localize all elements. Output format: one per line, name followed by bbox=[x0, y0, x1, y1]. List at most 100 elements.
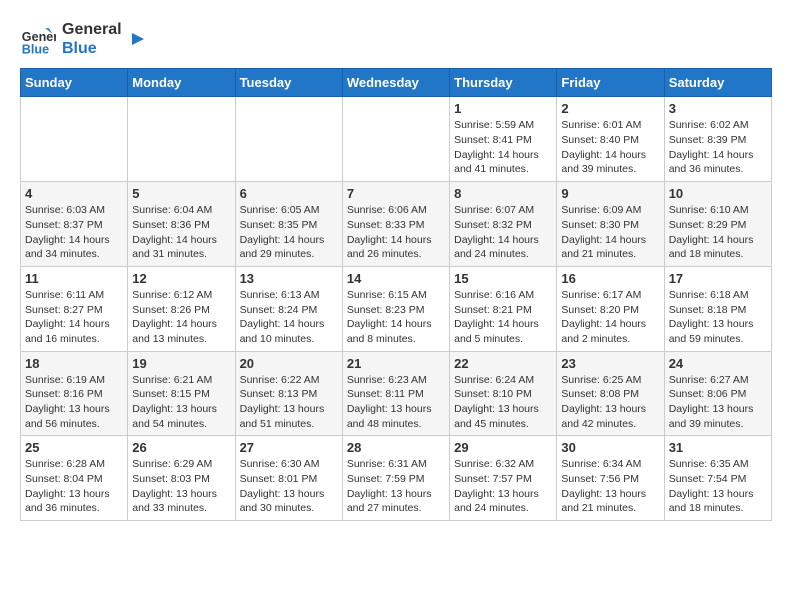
day-number: 19 bbox=[132, 356, 230, 371]
day-number: 1 bbox=[454, 101, 552, 116]
day-number: 13 bbox=[240, 271, 338, 286]
calendar-cell: 19 Sunrise: 6:21 AM Sunset: 8:15 PM Dayli… bbox=[128, 351, 235, 436]
day-info: Sunrise: 6:01 AM Sunset: 8:40 PM Dayligh… bbox=[561, 118, 659, 177]
calendar-cell: 6 Sunrise: 6:05 AM Sunset: 8:35 PM Daylig… bbox=[235, 182, 342, 267]
calendar-cell: 24Sunrise: 6:27 AM Sunset: 8:06 PM Dayli… bbox=[664, 351, 771, 436]
day-info: Sunrise: 6:27 AM Sunset: 8:06 PM Dayligh… bbox=[669, 373, 767, 432]
logo: General Blue General Blue bbox=[20, 20, 148, 58]
day-number: 9 bbox=[561, 186, 659, 201]
day-number: 23 bbox=[561, 356, 659, 371]
day-number: 14 bbox=[347, 271, 445, 286]
day-info: Sunrise: 6:05 AM Sunset: 8:35 PM Dayligh… bbox=[240, 203, 338, 262]
day-info: Sunrise: 6:04 AM Sunset: 8:36 PM Dayligh… bbox=[132, 203, 230, 262]
day-number: 20 bbox=[240, 356, 338, 371]
day-info: Sunrise: 6:02 AM Sunset: 8:39 PM Dayligh… bbox=[669, 118, 767, 177]
day-info: Sunrise: 6:31 AM Sunset: 7:59 PM Dayligh… bbox=[347, 457, 445, 516]
day-info: Sunrise: 6:16 AM Sunset: 8:21 PM Dayligh… bbox=[454, 288, 552, 347]
day-number: 29 bbox=[454, 440, 552, 455]
logo-icon: General Blue bbox=[20, 21, 56, 57]
calendar-cell bbox=[128, 97, 235, 182]
day-number: 16 bbox=[561, 271, 659, 286]
calendar-cell: 16 Sunrise: 6:17 AM Sunset: 8:20 PM Dayli… bbox=[557, 266, 664, 351]
calendar-cell bbox=[21, 97, 128, 182]
day-info: Sunrise: 6:13 AM Sunset: 8:24 PM Dayligh… bbox=[240, 288, 338, 347]
day-info: Sunrise: 6:32 AM Sunset: 7:57 PM Dayligh… bbox=[454, 457, 552, 516]
day-info: Sunrise: 6:09 AM Sunset: 8:30 PM Dayligh… bbox=[561, 203, 659, 262]
calendar-cell: 13 Sunrise: 6:13 AM Sunset: 8:24 PM Dayli… bbox=[235, 266, 342, 351]
day-info: Sunrise: 6:23 AM Sunset: 8:11 PM Dayligh… bbox=[347, 373, 445, 432]
logo-blue: Blue bbox=[62, 39, 122, 58]
day-info: Sunrise: 6:21 AM Sunset: 8:15 PM Dayligh… bbox=[132, 373, 230, 432]
calendar-cell: 28Sunrise: 6:31 AM Sunset: 7:59 PM Dayli… bbox=[342, 436, 449, 521]
day-info: Sunrise: 6:25 AM Sunset: 8:08 PM Dayligh… bbox=[561, 373, 659, 432]
calendar-week-row: 18 Sunrise: 6:19 AM Sunset: 8:16 PM Dayli… bbox=[21, 351, 772, 436]
weekday-header: Tuesday bbox=[235, 69, 342, 97]
day-number: 6 bbox=[240, 186, 338, 201]
day-number: 5 bbox=[132, 186, 230, 201]
calendar-cell: 10 Sunrise: 6:10 AM Sunset: 8:29 PM Dayli… bbox=[664, 182, 771, 267]
day-info: Sunrise: 6:15 AM Sunset: 8:23 PM Dayligh… bbox=[347, 288, 445, 347]
day-number: 30 bbox=[561, 440, 659, 455]
day-info: Sunrise: 6:03 AM Sunset: 8:37 PM Dayligh… bbox=[25, 203, 123, 262]
calendar-cell: 2Sunrise: 6:01 AM Sunset: 8:40 PM Daylig… bbox=[557, 97, 664, 182]
day-number: 8 bbox=[454, 186, 552, 201]
calendar-body: 1 Sunrise: 5:59 AM Sunset: 8:41 PM Daylig… bbox=[21, 97, 772, 521]
calendar-cell: 30 Sunrise: 6:34 AM Sunset: 7:56 PM Dayli… bbox=[557, 436, 664, 521]
weekday-header: Sunday bbox=[21, 69, 128, 97]
calendar-cell: 14 Sunrise: 6:15 AM Sunset: 8:23 PM Dayli… bbox=[342, 266, 449, 351]
day-info: Sunrise: 6:06 AM Sunset: 8:33 PM Dayligh… bbox=[347, 203, 445, 262]
calendar-cell: 15 Sunrise: 6:16 AM Sunset: 8:21 PM Dayli… bbox=[450, 266, 557, 351]
day-info: Sunrise: 5:59 AM Sunset: 8:41 PM Dayligh… bbox=[454, 118, 552, 177]
day-info: Sunrise: 6:22 AM Sunset: 8:13 PM Dayligh… bbox=[240, 373, 338, 432]
day-info: Sunrise: 6:10 AM Sunset: 8:29 PM Dayligh… bbox=[669, 203, 767, 262]
day-info: Sunrise: 6:12 AM Sunset: 8:26 PM Dayligh… bbox=[132, 288, 230, 347]
calendar-header: SundayMondayTuesdayWednesdayThursdayFrid… bbox=[21, 69, 772, 97]
calendar-cell: 21Sunrise: 6:23 AM Sunset: 8:11 PM Dayli… bbox=[342, 351, 449, 436]
calendar-cell: 5 Sunrise: 6:04 AM Sunset: 8:36 PM Daylig… bbox=[128, 182, 235, 267]
day-number: 4 bbox=[25, 186, 123, 201]
day-info: Sunrise: 6:29 AM Sunset: 8:03 PM Dayligh… bbox=[132, 457, 230, 516]
calendar-cell bbox=[235, 97, 342, 182]
calendar-cell: 1 Sunrise: 5:59 AM Sunset: 8:41 PM Daylig… bbox=[450, 97, 557, 182]
day-info: Sunrise: 6:19 AM Sunset: 8:16 PM Dayligh… bbox=[25, 373, 123, 432]
day-number: 3 bbox=[669, 101, 767, 116]
weekday-row: SundayMondayTuesdayWednesdayThursdayFrid… bbox=[21, 69, 772, 97]
day-number: 22 bbox=[454, 356, 552, 371]
day-info: Sunrise: 6:11 AM Sunset: 8:27 PM Dayligh… bbox=[25, 288, 123, 347]
calendar-cell bbox=[342, 97, 449, 182]
calendar-cell: 29 Sunrise: 6:32 AM Sunset: 7:57 PM Dayli… bbox=[450, 436, 557, 521]
day-info: Sunrise: 6:30 AM Sunset: 8:01 PM Dayligh… bbox=[240, 457, 338, 516]
day-number: 26 bbox=[132, 440, 230, 455]
weekday-header: Thursday bbox=[450, 69, 557, 97]
calendar-cell: 4 Sunrise: 6:03 AM Sunset: 8:37 PM Daylig… bbox=[21, 182, 128, 267]
day-info: Sunrise: 6:34 AM Sunset: 7:56 PM Dayligh… bbox=[561, 457, 659, 516]
calendar-cell: 12Sunrise: 6:12 AM Sunset: 8:26 PM Dayli… bbox=[128, 266, 235, 351]
day-number: 15 bbox=[454, 271, 552, 286]
calendar-cell: 31 Sunrise: 6:35 AM Sunset: 7:54 PM Dayli… bbox=[664, 436, 771, 521]
day-number: 31 bbox=[669, 440, 767, 455]
day-number: 10 bbox=[669, 186, 767, 201]
svg-text:Blue: Blue bbox=[22, 43, 49, 57]
day-info: Sunrise: 6:24 AM Sunset: 8:10 PM Dayligh… bbox=[454, 373, 552, 432]
weekday-header: Monday bbox=[128, 69, 235, 97]
logo-general: General bbox=[62, 20, 122, 39]
day-number: 17 bbox=[669, 271, 767, 286]
calendar-cell: 26 Sunrise: 6:29 AM Sunset: 8:03 PM Dayli… bbox=[128, 436, 235, 521]
day-number: 25 bbox=[25, 440, 123, 455]
calendar-cell: 18 Sunrise: 6:19 AM Sunset: 8:16 PM Dayli… bbox=[21, 351, 128, 436]
calendar-week-row: 4 Sunrise: 6:03 AM Sunset: 8:37 PM Daylig… bbox=[21, 182, 772, 267]
day-info: Sunrise: 6:17 AM Sunset: 8:20 PM Dayligh… bbox=[561, 288, 659, 347]
logo-arrow-icon bbox=[128, 29, 148, 49]
day-info: Sunrise: 6:28 AM Sunset: 8:04 PM Dayligh… bbox=[25, 457, 123, 516]
day-info: Sunrise: 6:07 AM Sunset: 8:32 PM Dayligh… bbox=[454, 203, 552, 262]
weekday-header: Wednesday bbox=[342, 69, 449, 97]
day-number: 7 bbox=[347, 186, 445, 201]
calendar-week-row: 1 Sunrise: 5:59 AM Sunset: 8:41 PM Daylig… bbox=[21, 97, 772, 182]
calendar-cell: 7 Sunrise: 6:06 AM Sunset: 8:33 PM Daylig… bbox=[342, 182, 449, 267]
header: General Blue General Blue bbox=[20, 20, 772, 58]
calendar-cell: 25 Sunrise: 6:28 AM Sunset: 8:04 PM Dayli… bbox=[21, 436, 128, 521]
weekday-header: Saturday bbox=[664, 69, 771, 97]
day-info: Sunrise: 6:35 AM Sunset: 7:54 PM Dayligh… bbox=[669, 457, 767, 516]
calendar-cell: 3 Sunrise: 6:02 AM Sunset: 8:39 PM Daylig… bbox=[664, 97, 771, 182]
day-number: 18 bbox=[25, 356, 123, 371]
